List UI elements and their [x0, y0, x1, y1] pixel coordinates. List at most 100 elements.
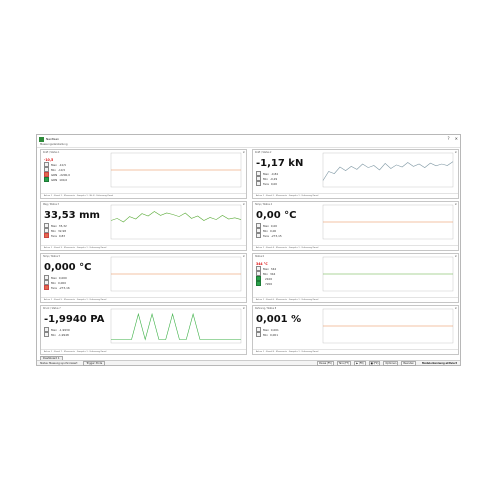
panel-toolbar[interactable]: Achse 1 · Kanal 2 · Messwerte · Sampler …: [253, 193, 458, 198]
panel-stats: Max 344 Min 344 2100 7200: [256, 266, 276, 286]
stat-checkbox[interactable]: [44, 233, 49, 238]
panel-stats: Max -10,5 Min -10,5 GRN -2200,0 GRN 100,0: [44, 162, 70, 182]
panel-toolbar[interactable]: Achse 1 · Kanal 1 · Messwerte · Sampler …: [41, 193, 246, 198]
options-button[interactable]: Optionen: [383, 360, 399, 366]
stat-row: 7200: [256, 281, 276, 286]
tara-button[interactable]: Tara (F7): [336, 360, 352, 366]
menu-bar[interactable]: Messungsdarstellung: [37, 143, 460, 148]
trigger-status[interactable]: Trigger: Ende: [83, 360, 106, 366]
panel-title: Kraft / Status 1: [43, 151, 60, 154]
exit-button[interactable]: Beenden: [401, 360, 416, 366]
stat-label: Tara: [263, 181, 269, 186]
panel-chart[interactable]: [317, 308, 455, 347]
panel-chart[interactable]: [105, 152, 243, 191]
panel-chart[interactable]: [317, 204, 455, 243]
stat-row: Min -1,9948: [44, 332, 70, 337]
stat-row: GRN 100,0: [44, 177, 70, 182]
stat-value: -1,9948: [57, 332, 69, 337]
stat-value: 0,000: [58, 275, 67, 280]
stop-button[interactable]: ■ (F9): [368, 360, 381, 366]
panel-stats: Max 0,001 Min 0,001: [256, 327, 279, 337]
panel-toolbar[interactable]: Achse 1 · Kanal 8 · Messwerte · Sampler …: [253, 349, 458, 354]
measurement-panel: Druck / Status 7 × -1,9940 PA Max -1,9939 Min…: [40, 305, 247, 355]
pause-button[interactable]: Pause (F5): [317, 360, 334, 366]
stat-checkbox[interactable]: [256, 181, 261, 186]
stat-value: 344: [269, 271, 276, 276]
stat-row: Min 0,001: [256, 332, 279, 337]
stat-label: Min: [51, 280, 56, 285]
stat-value: 32,98: [57, 228, 66, 233]
stat-label: Tara: [263, 233, 269, 238]
panel-value: -1,17 kN: [256, 158, 304, 169]
stat-row: Tara -273,15: [256, 233, 282, 238]
start-button[interactable]: ▶ (F8): [354, 360, 366, 366]
stat-label: Max: [51, 162, 57, 167]
stat-row: Tara 0,00: [256, 181, 278, 186]
panel-title: Temp / Status 4: [255, 203, 273, 206]
panel-toolbar[interactable]: Achse 1 · Kanal 6 · Messwerte · Sampler …: [253, 297, 458, 302]
panel-value: 0,001 %: [256, 314, 302, 325]
stat-label: Tara: [51, 233, 57, 238]
panel-value: 0,00 °C: [256, 210, 297, 221]
panel-title: Druck / Status 7: [43, 307, 61, 310]
stat-value: -10,5: [57, 167, 66, 172]
panel-title: Dehnung / Status 8: [255, 307, 277, 310]
help-button[interactable]: ?: [448, 136, 450, 141]
stat-checkbox[interactable]: [256, 233, 261, 238]
stat-label: Max: [263, 266, 269, 271]
stat-value: -273,16: [58, 285, 70, 290]
status-text: Status: Messung synchronisiert: [40, 361, 78, 365]
stat-value: 100,0: [59, 177, 68, 182]
stat-label: Min: [263, 228, 268, 233]
panel-toolbar[interactable]: Achse 1 · Kanal 5 · Messwerte · Sampler …: [41, 297, 246, 302]
stat-value: 0,001: [269, 332, 278, 337]
stat-label: Tara: [51, 285, 57, 290]
measurement-panel: Weg / Status 3 × 33,53 mm Max 35,32 Min 32,98 T…: [40, 201, 247, 251]
panel-chart[interactable]: [105, 256, 243, 295]
stat-value: -273,15: [270, 233, 282, 238]
panel-stats: Max 0,000 Min 0,000 Tara -273,16: [44, 275, 70, 290]
panel-chart[interactable]: [105, 308, 243, 347]
panel-chart[interactable]: [317, 256, 455, 295]
stat-checkbox[interactable]: [256, 332, 261, 337]
stat-label: Max: [51, 327, 57, 332]
stat-row: Tara 0,83: [44, 233, 67, 238]
stat-value: 0,00: [270, 181, 278, 186]
panel-toolbar[interactable]: Achse 1 · Kanal 4 · Messwerte · Sampler …: [253, 245, 458, 250]
window-title: NextGen: [46, 137, 60, 141]
stat-value: 7200: [265, 281, 273, 286]
panel-toolbar[interactable]: Achse 1 · Kanal 7 · Messwerte · Sampler …: [41, 349, 246, 354]
stat-checkbox[interactable]: [44, 177, 49, 182]
panel-title: Temp / Status 5: [43, 255, 61, 258]
stat-checkbox[interactable]: [44, 332, 49, 337]
measurement-panel: Dehnung / Status 8 × 0,001 % Max 0,001 Min 0,0…: [252, 305, 459, 355]
stat-label: Min: [263, 271, 268, 276]
module-status: Modulerkennung aktiviert: [421, 361, 457, 365]
close-button[interactable]: ✕: [455, 136, 458, 141]
stat-checkbox[interactable]: [256, 281, 261, 286]
panel-stats: Max 35,32 Min 32,98 Tara 0,83: [44, 223, 67, 238]
panel-stats: Max -0,84 Min -0,29 Tara 0,00: [256, 171, 278, 186]
panel-chart[interactable]: [317, 152, 455, 191]
panel-toolbar[interactable]: Achse 1 · Kanal 3 · Messwerte · Sampler …: [41, 245, 246, 250]
panel-stats: Max -1,9939 Min -1,9948: [44, 327, 70, 337]
stat-value: -1,9939: [58, 327, 70, 332]
measurement-panel: Temp / Status 4 × 0,00 °C Max 0,00 Min 0,00 Tar…: [252, 201, 459, 251]
stat-label: Max: [51, 223, 57, 228]
stat-row: Tara -273,16: [44, 285, 70, 290]
stat-value: 2100: [265, 276, 273, 281]
panel-chart[interactable]: [105, 204, 243, 243]
status-bar: Status: Messung synchronisiert Trigger: …: [37, 360, 460, 366]
chart-frame: [322, 152, 454, 188]
title-bar: NextGen ? ✕: [37, 135, 460, 143]
stat-value: 0,001: [270, 327, 279, 332]
stat-value: -2200,0: [59, 172, 70, 177]
panel-title: Weg / Status 3: [43, 203, 59, 206]
stat-value: 0,000: [57, 280, 66, 285]
app-window: NextGen ? ✕ Messungsdarstellung Kraft / …: [36, 134, 461, 366]
stat-label: Max: [263, 171, 269, 176]
stat-label: Min: [263, 176, 268, 181]
stat-checkbox[interactable]: [44, 285, 49, 290]
measurement-panel: Kraft / Status 2 × -1,17 kN Max -0,84 Min -0,2…: [252, 149, 459, 199]
stat-label: Min: [51, 167, 56, 172]
